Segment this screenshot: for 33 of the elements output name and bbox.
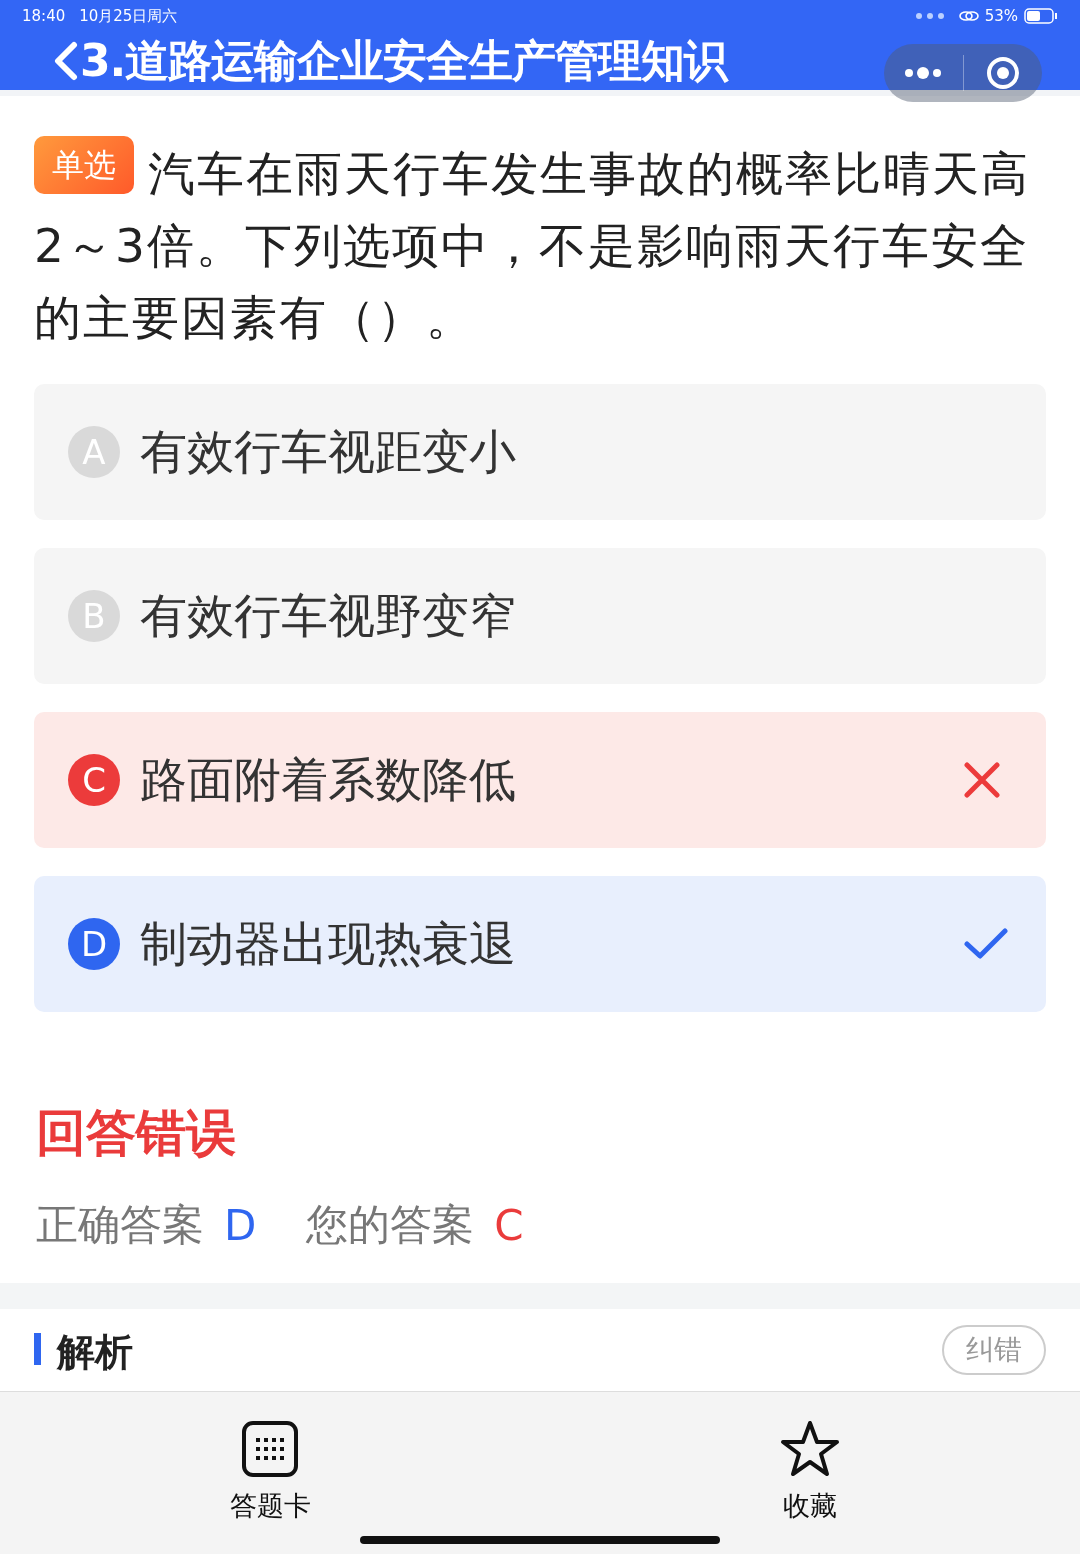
question-type-tag: 单选 — [34, 136, 134, 194]
question-text: 汽车在雨天行车发生事故的概率比晴天高 — [148, 145, 1030, 203]
status-time: 18:40 — [22, 7, 66, 25]
star-icon — [779, 1420, 841, 1478]
more-icon — [903, 67, 944, 79]
option-text: 有效行车视距变小 — [140, 422, 517, 481]
correct-answer: D — [224, 1200, 257, 1250]
question-text: 2～3倍。下列选项中，不是影响雨天行车安全的主要因素有（）。 — [34, 218, 1029, 345]
battery-percent: 53% — [984, 7, 1018, 25]
answer-option[interactable]: C 路面附着系数降低 — [34, 712, 1046, 848]
battery-icon — [1024, 8, 1058, 24]
result-title: 回答错误 — [36, 1103, 237, 1164]
grid-icon — [241, 1420, 299, 1478]
option-text: 路面附着系数降低 — [140, 750, 517, 809]
option-letter: C — [68, 754, 120, 806]
bottom-tab[interactable]: 答题卡 — [0, 1392, 540, 1554]
section-title: 解析 — [57, 1329, 133, 1376]
option-text: 有效行车视野变窄 — [140, 586, 517, 645]
your-answer: C — [494, 1200, 524, 1250]
page-title: 3.道路运输企业安全生产管理知识 — [80, 33, 728, 88]
check-icon — [964, 928, 1008, 960]
correct-answer-label: 正确答案 — [36, 1199, 204, 1251]
your-answer-label: 您的答案 — [306, 1199, 475, 1251]
section-marker — [34, 1333, 41, 1365]
cross-icon — [964, 762, 1000, 798]
bottom-tab[interactable]: 收藏 — [540, 1392, 1080, 1554]
link-icon — [958, 10, 979, 22]
option-text: 制动器出现热衰退 — [140, 914, 517, 973]
option-letter: D — [68, 918, 120, 970]
more-icon — [914, 12, 945, 20]
target-icon — [985, 56, 1020, 90]
status-date: 10月25日周六 — [79, 6, 178, 26]
answer-option[interactable]: D 制动器出现热衰退 — [34, 876, 1046, 1012]
